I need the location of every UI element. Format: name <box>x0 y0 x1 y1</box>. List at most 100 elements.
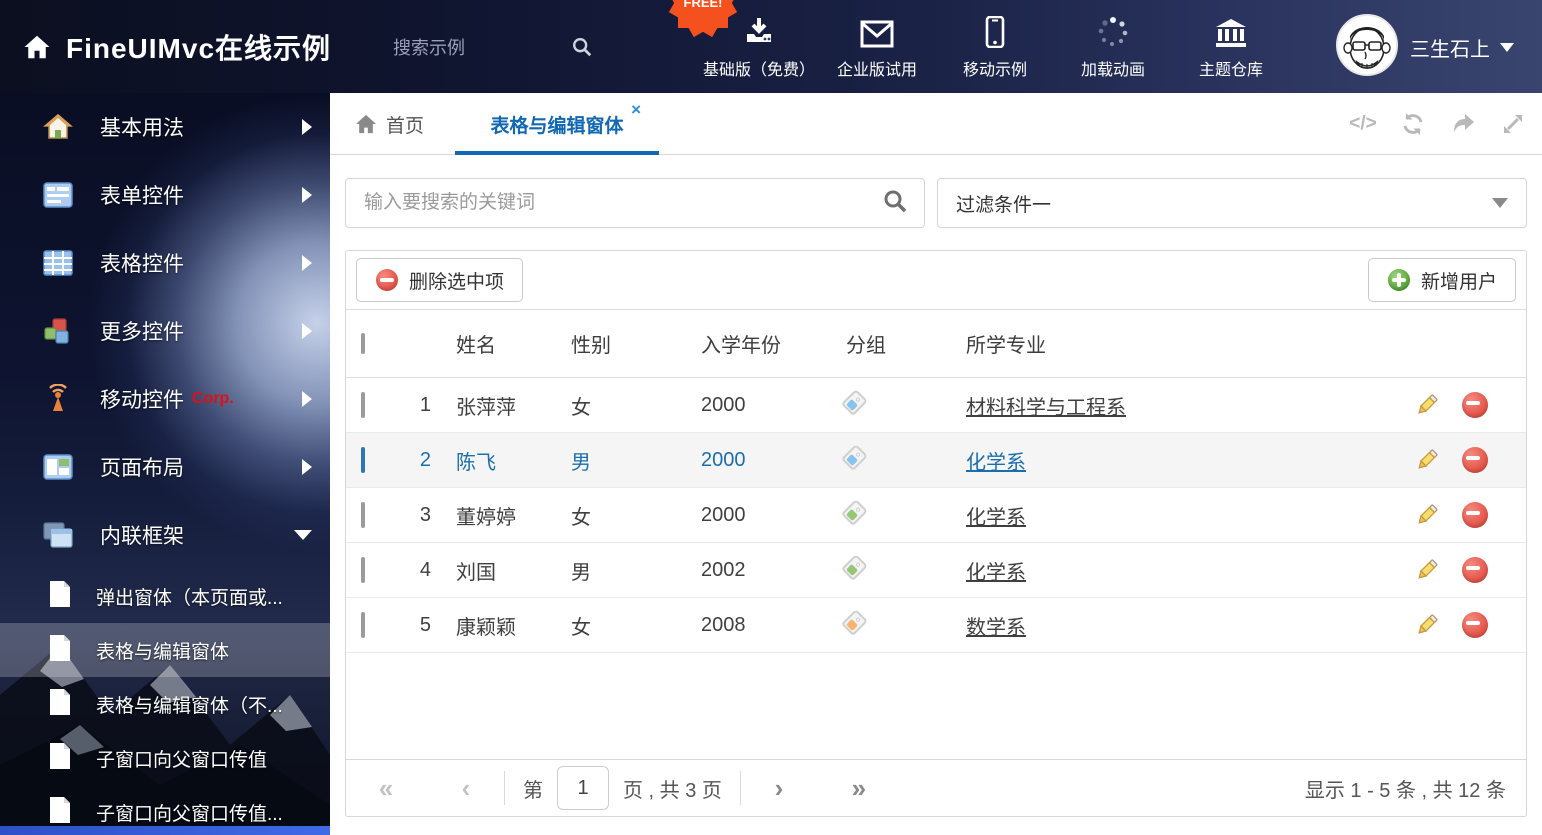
delete-icon[interactable] <box>1462 557 1488 583</box>
tab-home[interactable]: 首页 <box>355 93 424 155</box>
table-row[interactable]: 1 张萍萍 女 2000 材料科学与工程系 <box>346 378 1526 433</box>
row-checkbox[interactable] <box>361 391 365 418</box>
minus-circle-icon <box>375 268 399 292</box>
row-checkbox[interactable] <box>361 611 365 638</box>
refresh-icon[interactable] <box>1400 111 1426 137</box>
active-tab-underline <box>455 151 659 155</box>
edit-icon[interactable] <box>1414 502 1440 528</box>
nav-item-loading-animations[interactable]: 加载动画 <box>1054 14 1172 80</box>
nav-item-mobile-demo[interactable]: 移动示例 <box>936 14 1054 80</box>
main-content: 首页 表格与编辑窗体 × </> 过滤条件一 <box>330 93 1542 835</box>
nav-item-enterprise-trial[interactable]: 企业版试用 <box>818 14 936 80</box>
major-link[interactable]: 材料科学与工程系 <box>966 397 1126 419</box>
nav-item-basic-free[interactable]: FREE! 基础版（免费） <box>668 0 818 80</box>
major-link[interactable]: 数学系 <box>966 617 1026 639</box>
edit-icon[interactable] <box>1414 612 1440 638</box>
delete-icon[interactable] <box>1462 612 1488 638</box>
column-header-gender[interactable]: 性别 <box>571 329 701 358</box>
chevron-right-icon <box>302 119 312 135</box>
sidebar-item-grid-controls[interactable]: 表格控件 <box>0 229 330 297</box>
first-page-button[interactable]: « <box>366 773 406 804</box>
chevron-down-icon <box>1492 198 1508 208</box>
page-icon <box>48 742 72 775</box>
tag-icon <box>841 443 868 471</box>
select-all-checkbox[interactable] <box>361 332 365 354</box>
filter-dropdown-value: 过滤条件一 <box>956 194 1052 216</box>
avatar[interactable] <box>1336 14 1398 76</box>
corp-badge: Corp. <box>192 390 234 407</box>
download-icon <box>742 14 776 48</box>
maximize-icon[interactable] <box>1500 111 1526 137</box>
sidebar-item-page-layout[interactable]: 页面布局 <box>0 433 330 501</box>
tag-icon <box>841 498 868 526</box>
form-icon <box>42 179 74 211</box>
sidebar-subitem-child-to-parent[interactable]: 子窗口向父窗口传值 <box>0 731 330 785</box>
source-code-icon[interactable]: </> <box>1349 111 1376 137</box>
table-row[interactable]: 5 康颖颖 女 2008 数学系 <box>346 598 1526 653</box>
top-header: FineUIMvc在线示例 搜索示例 FREE! 基础版（免费） 企业版试用 移… <box>0 0 1542 93</box>
edit-icon[interactable] <box>1414 447 1440 473</box>
plus-circle-icon <box>1387 268 1411 292</box>
major-link[interactable]: 化学系 <box>966 562 1026 584</box>
column-header-major[interactable]: 所学专业 <box>966 329 1346 358</box>
page-icon <box>48 796 72 829</box>
delete-selected-button[interactable]: 删除选中项 <box>356 258 524 302</box>
table-row[interactable]: 3 董婷婷 女 2000 化学系 <box>346 488 1526 543</box>
search-icon[interactable] <box>571 36 593 58</box>
sidebar-item-iframe[interactable]: 内联框架 <box>0 501 330 569</box>
major-link[interactable]: 化学系 <box>966 507 1026 529</box>
delete-icon[interactable] <box>1462 392 1488 418</box>
sidebar-subitem-popup-window[interactable]: 弹出窗体（本页面或... <box>0 569 330 623</box>
edit-icon[interactable] <box>1414 557 1440 583</box>
keyword-search-input[interactable] <box>346 192 882 214</box>
page-icon <box>48 688 72 721</box>
row-checkbox[interactable] <box>361 501 365 528</box>
table-row[interactable]: 2 陈飞 男 2000 化学系 <box>346 433 1526 488</box>
column-header-group[interactable]: 分组 <box>846 329 966 358</box>
row-checkbox[interactable] <box>361 556 365 583</box>
prev-page-button[interactable]: ‹ <box>446 773 486 804</box>
chevron-right-icon <box>302 187 312 203</box>
house-icon <box>42 111 74 143</box>
search-icon[interactable] <box>882 188 908 219</box>
tab-grid-edit-window[interactable]: 表格与编辑窗体 × <box>455 93 659 155</box>
delete-icon[interactable] <box>1462 502 1488 528</box>
header-search-input[interactable]: 搜索示例 <box>393 34 543 60</box>
last-page-button[interactable]: » <box>839 773 879 804</box>
next-page-button[interactable]: › <box>759 773 799 804</box>
sidebar-subitem-grid-edit-window-no[interactable]: 表格与编辑窗体（不... <box>0 677 330 731</box>
column-header-year[interactable]: 入学年份 <box>701 329 846 358</box>
table-icon <box>42 247 74 279</box>
nav-item-theme-store[interactable]: 主题仓库 <box>1172 14 1290 80</box>
chevron-right-icon <box>302 459 312 475</box>
close-icon[interactable]: × <box>631 101 641 118</box>
tab-bar: 首页 表格与编辑窗体 × </> <box>330 93 1542 155</box>
page-number-input[interactable] <box>557 766 609 810</box>
sidebar-item-more-controls[interactable]: 更多控件 <box>0 297 330 365</box>
chevron-right-icon <box>302 255 312 271</box>
chevron-down-icon <box>1500 43 1514 52</box>
major-link[interactable]: 化学系 <box>966 452 1026 474</box>
sidebar-item-form-controls[interactable]: 表单控件 <box>0 161 330 229</box>
sidebar-item-basic-usage[interactable]: 基本用法 <box>0 93 330 161</box>
mobile-icon <box>985 14 1005 48</box>
delete-icon[interactable] <box>1462 447 1488 473</box>
add-user-button[interactable]: 新增用户 <box>1367 258 1516 302</box>
filter-dropdown[interactable]: 过滤条件一 <box>937 178 1527 228</box>
column-header-name[interactable]: 姓名 <box>456 329 571 358</box>
user-menu[interactable]: 三生石上 <box>1410 33 1514 62</box>
chevron-right-icon <box>302 323 312 339</box>
edit-icon[interactable] <box>1414 392 1440 418</box>
sidebar-item-mobile-controls[interactable]: 移动控件 Corp. <box>0 365 330 433</box>
row-checkbox[interactable] <box>361 446 365 473</box>
sidebar-menu: 基本用法 表单控件 表格控件 更多控件 移动控件 Corp. 页面布局 内联框架… <box>0 93 330 835</box>
sidebar-subitem-grid-edit-window[interactable]: 表格与编辑窗体 <box>0 623 330 677</box>
page-icon <box>48 580 72 613</box>
tag-icon <box>841 608 868 636</box>
table-row[interactable]: 4 刘国 男 2002 化学系 <box>346 543 1526 598</box>
home-icon[interactable] <box>22 32 52 62</box>
open-new-window-icon[interactable] <box>1450 111 1476 137</box>
home-icon <box>356 114 376 134</box>
grid-toolbar: 删除选中项 新增用户 <box>346 251 1526 309</box>
envelope-icon <box>860 14 894 48</box>
